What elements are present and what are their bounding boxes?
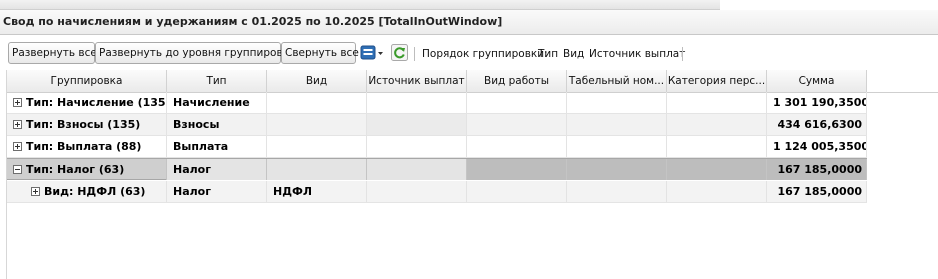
sum-cell: 1 301 190,3500 [767,92,867,113]
work-type-cell [467,114,567,135]
summary-grid: Группировка Тип Вид Источник выплат Вид … [6,70,938,279]
table-row[interactable]: Тип: Взносы (135) Взносы 434 616,6300 [7,114,867,136]
group-label: Тип: Начисление (135) [26,96,167,109]
expand-all-button[interactable]: Развернуть все [8,42,97,64]
collapse-icon[interactable] [13,165,22,174]
refresh-icon [391,44,408,61]
sum-cell: 1 124 005,3500 [767,136,867,157]
export-menu-button[interactable] [360,44,386,62]
expand-icon[interactable] [31,187,40,196]
group-cell: Тип: Выплата (88) [7,136,167,157]
group-label: Вид: НДФЛ (63) [44,185,146,198]
group-cell: Тип: Взносы (135) [7,114,167,135]
column-header-kind[interactable]: Вид [267,70,367,92]
staff-category-cell [667,92,767,113]
source-cell [367,92,467,113]
staff-category-cell [667,136,767,157]
expand-icon[interactable] [13,98,22,107]
source-cell [367,136,467,157]
grouping-order-label: Порядок группировки: [422,48,548,60]
window-title: Свод по начислениям и удержаниям с 01.20… [3,15,503,28]
type-cell: Начисление [167,92,267,113]
personnel-number-cell [567,181,667,202]
window-titlebar: Свод по начислениям и удержаниям с 01.20… [0,10,938,35]
work-type-cell [467,136,567,157]
table-row[interactable]: Тип: Выплата (88) Выплата 1 124 005,3500 [7,136,867,158]
toolbar: Развернуть все Развернуть до уровня груп… [0,35,938,69]
work-type-cell [467,92,567,113]
column-header-grouping[interactable]: Группировка [7,70,167,92]
kind-cell [267,159,367,180]
source-cell [367,114,467,135]
export-menu-icon [360,45,383,60]
collapse-all-button[interactable]: Свернуть все [281,42,359,64]
refresh-button[interactable] [391,44,409,62]
work-type-cell [467,159,567,180]
personnel-number-cell [567,136,667,157]
column-header-work-type[interactable]: Вид работы [467,70,567,92]
column-header-type[interactable]: Тип [167,70,267,92]
group-label: Тип: Взносы (135) [26,118,141,131]
sum-cell: 434 616,6300 [767,114,867,135]
personnel-number-cell [567,114,667,135]
group-label: Тип: Выплата (88) [26,140,142,153]
sum-cell: 167 185,0000 [767,159,867,180]
header-filler [867,70,938,92]
grid-header: Группировка Тип Вид Источник выплат Вид … [7,70,938,93]
type-cell: Выплата [167,136,267,157]
kind-cell [267,136,367,157]
type-cell: Взносы [167,114,267,135]
expand-icon[interactable] [13,142,22,151]
source-cell [367,159,467,180]
kind-cell [267,92,367,113]
grouping-field-source[interactable]: Источник выплат [589,48,685,60]
personnel-number-cell [567,92,667,113]
top-strip [0,0,938,10]
kind-cell [267,114,367,135]
kind-cell: НДФЛ [267,181,367,202]
group-cell: Вид: НДФЛ (63) [7,181,167,202]
grouping-field-kind[interactable]: Вид [563,48,584,60]
group-label: Тип: Налог (63) [26,163,125,176]
sum-cell: 167 185,0000 [767,181,867,202]
column-header-staff-category[interactable]: Категория перс... [667,70,767,92]
top-strip-bar [0,0,720,10]
expand-icon[interactable] [13,120,22,129]
column-header-sum[interactable]: Сумма [767,70,867,92]
grouping-field-type[interactable]: Тип [538,48,558,60]
toolbar-separator [414,47,415,61]
type-cell: Налог [167,181,267,202]
group-cell: Тип: Начисление (135) [7,92,167,113]
staff-category-cell [667,159,767,180]
toolbar-separator-end [682,47,683,61]
personnel-number-cell [567,159,667,180]
source-cell [367,181,467,202]
expand-to-level-button[interactable]: Развернуть до уровня группировки [95,42,296,64]
staff-category-cell [667,114,767,135]
column-header-payment-source[interactable]: Источник выплат [367,70,467,92]
group-cell: Тип: Налог (63) [7,159,167,180]
column-header-personnel-number[interactable]: Табельный ном... [567,70,667,92]
work-type-cell [467,181,567,202]
table-row[interactable]: Тип: Начисление (135) Начисление 1 301 1… [7,92,867,114]
table-row-selected[interactable]: Тип: Налог (63) Налог 167 185,0000 [7,158,867,180]
type-cell: Налог [167,159,267,180]
staff-category-cell [667,181,767,202]
table-row[interactable]: Вид: НДФЛ (63) Налог НДФЛ 167 185,0000 [7,181,867,203]
